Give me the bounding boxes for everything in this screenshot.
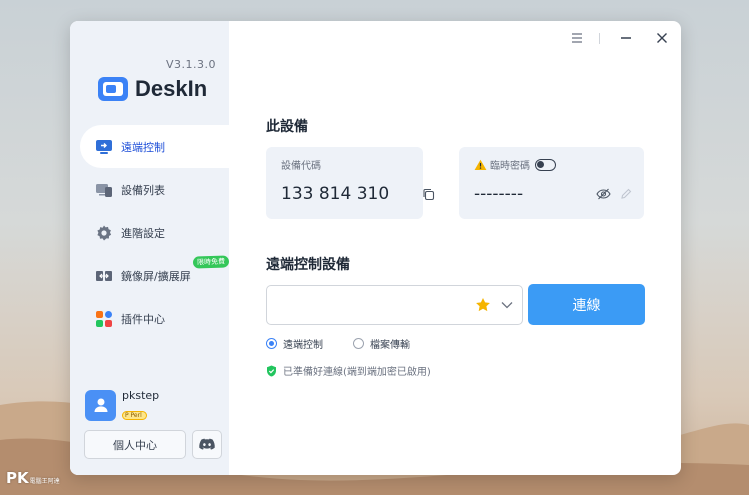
titlebar-divider (599, 33, 600, 44)
temp-password-header: 臨時密碼 (474, 157, 556, 172)
shield-check-icon (267, 365, 276, 376)
avatar[interactable] (85, 389, 116, 421)
remote-control-title: 遠端控制設備 (266, 257, 350, 273)
copy-icon[interactable] (422, 188, 435, 201)
mode-label: 遠端控制 (283, 340, 323, 351)
remote-control-icon (95, 138, 113, 156)
device-id-input[interactable] (266, 285, 523, 325)
device-code-card: 設備代碼 133 814 310 (266, 147, 435, 219)
temp-password-card: 臨時密碼 -------- (459, 147, 644, 219)
deskin-logo-icon (98, 77, 128, 101)
device-id-field[interactable] (275, 294, 465, 316)
device-code-label: 設備代碼 (281, 161, 321, 172)
hamburger-icon (572, 33, 582, 43)
device-list-icon (95, 181, 113, 199)
sidebar-item-label: 遠端控制 (121, 140, 165, 154)
sidebar-item-remote-control[interactable]: 遠端控制 (80, 125, 229, 168)
user-info: pkstep P Perl (122, 389, 159, 421)
user-icon (94, 398, 107, 412)
discord-button[interactable] (192, 430, 222, 459)
minimize-button[interactable] (617, 29, 635, 47)
connect-button[interactable]: 連線 (528, 284, 645, 325)
free-badge: 限時免費 (192, 255, 230, 269)
sidebar-item-label: 進階設定 (121, 226, 165, 240)
mode-label: 檔案傳輸 (370, 340, 410, 351)
sidebar-item-device-list[interactable]: 設備列表 (80, 168, 229, 211)
minimize-icon (621, 37, 631, 39)
gear-icon (95, 224, 113, 242)
close-button[interactable] (653, 29, 671, 47)
discord-icon (199, 438, 215, 450)
tier-badge: P Perl (122, 411, 147, 420)
warning-icon (474, 159, 487, 170)
app-name: DeskIn (135, 76, 208, 101)
sidebar-nav: 遠端控制 設備列表 進階設定 鏡像屏/擴展屏 限時免費 插件中心 (80, 125, 230, 340)
app-window: V3.1.3.0 DeskIn 遠端控制 設備列表 進階設定 鏡像屏/擴展屏 限… (70, 21, 681, 475)
sidebar-item-label: 插件中心 (121, 312, 165, 326)
favorite-star-icon[interactable] (475, 297, 491, 313)
radio-selected-icon (266, 338, 277, 349)
app-logo: DeskIn (97, 74, 207, 104)
plugin-icon (95, 310, 113, 328)
user-card[interactable]: pkstep P Perl (85, 389, 159, 421)
mirror-screen-icon (95, 267, 113, 285)
sidebar-item-label: 鏡像屏/擴展屏 (121, 269, 191, 283)
temp-password-value: -------- (474, 184, 524, 204)
hide-password-icon[interactable] (596, 188, 611, 200)
device-code-value: 133 814 310 (281, 184, 390, 204)
temp-password-toggle[interactable] (535, 158, 556, 171)
version-label: V3.1.3.0 (165, 58, 216, 71)
temp-password-label: 臨時密碼 (490, 161, 530, 172)
watermark: PK電腦王阿達 (6, 469, 60, 487)
status-text: 已準備好連線(端到端加密已啟用) (283, 367, 431, 378)
close-icon (657, 33, 667, 43)
sidebar: V3.1.3.0 DeskIn 遠端控制 設備列表 進階設定 鏡像屏/擴展屏 限… (70, 21, 230, 475)
sidebar-item-plugin-center[interactable]: 插件中心 (80, 297, 229, 340)
chevron-down-icon[interactable] (501, 301, 513, 309)
sidebar-item-label: 設備列表 (121, 183, 165, 197)
this-device-title: 此設備 (266, 119, 308, 135)
menu-button[interactable] (568, 29, 586, 47)
profile-button[interactable]: 個人中心 (84, 430, 186, 459)
connection-status: 已準備好連線(端到端加密已啟用) (266, 363, 431, 378)
username: pkstep (122, 389, 160, 402)
mode-file-transfer[interactable]: 檔案傳輸 (353, 336, 410, 351)
edit-password-icon[interactable] (620, 188, 632, 200)
sidebar-item-mirror-screen[interactable]: 鏡像屏/擴展屏 限時免費 (80, 254, 230, 297)
radio-unselected-icon (353, 338, 364, 349)
mode-remote-control[interactable]: 遠端控制 (266, 336, 323, 351)
sidebar-item-advanced-settings[interactable]: 進階設定 (80, 211, 229, 254)
